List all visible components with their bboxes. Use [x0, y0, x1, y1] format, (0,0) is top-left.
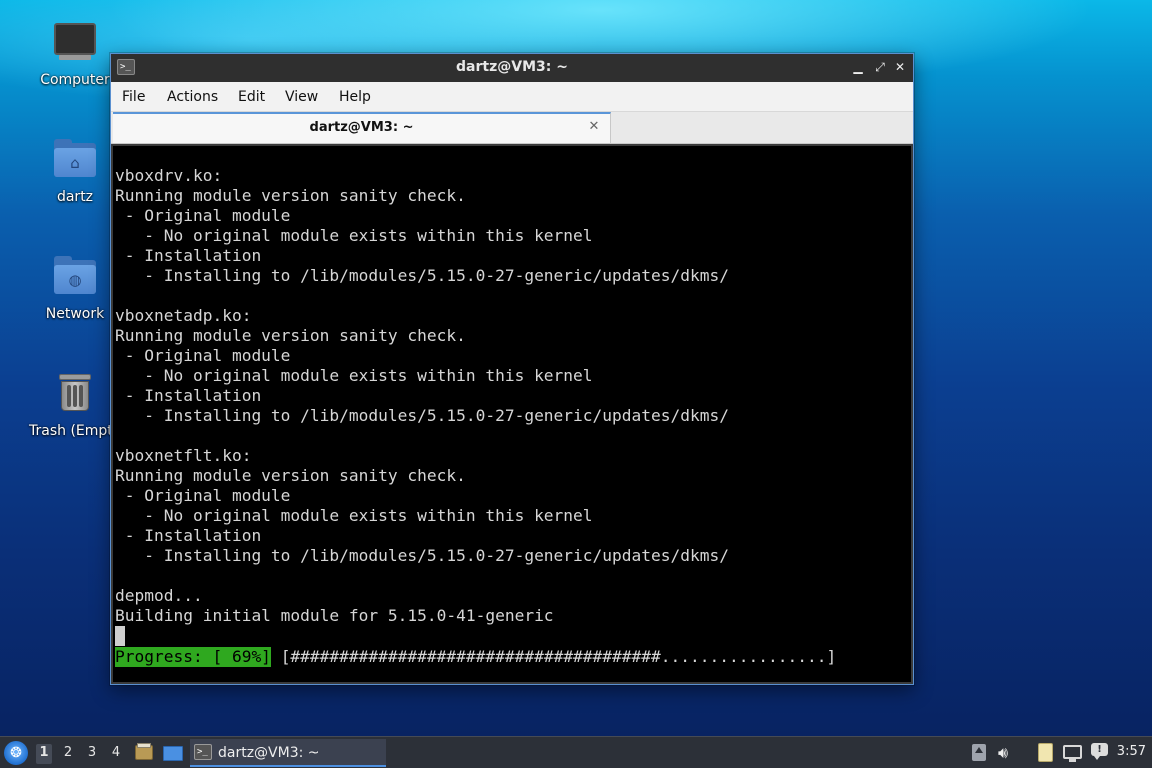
progress-label: Progress: [ 69%]	[115, 647, 271, 667]
terminal-line: - Installation	[115, 246, 262, 265]
workspace-2[interactable]: 2	[60, 744, 76, 764]
task-label: dartz@VM3: ~	[218, 745, 320, 761]
terminal-cursor	[115, 626, 125, 646]
terminal-line: depmod...	[115, 586, 203, 605]
volume-icon[interactable]: 🔊︎	[998, 743, 1020, 763]
terminal-line: - Original module	[115, 346, 291, 365]
menu-edit[interactable]: Edit	[238, 89, 265, 105]
terminal-line: vboxnetflt.ko:	[115, 446, 252, 465]
terminal-icon: >_	[194, 744, 212, 760]
desktop-icon-label: dartz	[56, 189, 94, 205]
tab-terminal[interactable]: dartz@VM3: ~ ✕	[113, 112, 611, 143]
tab-close-icon[interactable]: ✕	[586, 119, 602, 135]
home-folder-icon: ⌂	[51, 137, 99, 185]
window-title: dartz@VM3: ~	[456, 59, 568, 75]
minimize-button[interactable]: ▁	[849, 58, 867, 76]
workspace-3[interactable]: 3	[84, 744, 100, 764]
desktop-icon-label: Trash (Empty)	[29, 423, 123, 439]
desktop-icon-computer[interactable]: Computer	[27, 20, 123, 88]
terminal-window: >_ dartz@VM3: ~ ▁ ⤢ ✕ File Actions Edit …	[110, 53, 914, 685]
notification-icon[interactable]: !	[1090, 743, 1110, 763]
network-icon[interactable]	[1062, 743, 1084, 763]
terminal-output[interactable]: vboxdrv.ko: Running module version sanity…	[113, 146, 911, 682]
terminal-line: - No original module exists within this …	[115, 506, 593, 525]
terminal-line: Building initial module for 5.15.0-41-ge…	[115, 606, 554, 625]
progress-row: Progress: [ 69%] [######################…	[115, 647, 836, 667]
tab-bar: dartz@VM3: ~ ✕	[111, 112, 913, 144]
close-button[interactable]: ✕	[891, 58, 909, 76]
menu-view[interactable]: View	[285, 89, 318, 105]
terminal-line: Running module version sanity check.	[115, 186, 466, 205]
desktop-icon-trash[interactable]: Trash (Empty)	[27, 371, 123, 439]
update-icon[interactable]	[970, 743, 988, 763]
window-titlebar[interactable]: >_ dartz@VM3: ~ ▁ ⤢ ✕	[111, 54, 913, 82]
terminal-line: vboxnetadp.ko:	[115, 306, 252, 325]
terminal-line: - Installation	[115, 386, 262, 405]
start-menu-icon[interactable]: ❂	[4, 741, 28, 765]
desktop-icon-label: Computer	[40, 72, 110, 88]
terminal-line: Running module version sanity check.	[115, 326, 466, 345]
progress-bar: [######################################.…	[280, 647, 837, 666]
taskbar: ❂ 1 2 3 4 >_ dartz@VM3: ~ 🔊︎ ! 3:57	[0, 736, 1152, 768]
terminal-lines: vboxdrv.ko: Running module version sanity…	[115, 166, 729, 626]
terminal-line: - Installing to /lib/modules/5.15.0-27-g…	[115, 546, 729, 565]
terminal-line: - Original module	[115, 486, 291, 505]
menu-help[interactable]: Help	[339, 89, 371, 105]
terminal-line: - Original module	[115, 206, 291, 225]
desktop-icon-network[interactable]: ◍ Network	[27, 254, 123, 322]
terminal-line: - No original module exists within this …	[115, 366, 593, 385]
taskbar-task-terminal[interactable]: >_ dartz@VM3: ~	[190, 739, 386, 767]
workspace-4[interactable]: 4	[108, 744, 124, 764]
terminal-line: Running module version sanity check.	[115, 466, 466, 485]
terminal-line: - Installation	[115, 526, 262, 545]
maximize-button[interactable]: ⤢	[871, 58, 889, 76]
terminal-line: - Installing to /lib/modules/5.15.0-27-g…	[115, 266, 729, 285]
desktop-icon-label: Network	[45, 306, 105, 322]
computer-icon	[51, 20, 99, 68]
desktop-icon-home[interactable]: ⌂ dartz	[27, 137, 123, 205]
terminal-line: - Installing to /lib/modules/5.15.0-27-g…	[115, 406, 729, 425]
clock[interactable]: 3:57	[1117, 744, 1146, 759]
show-desktop-icon[interactable]	[162, 743, 183, 763]
terminal-line: - No original module exists within this …	[115, 226, 593, 245]
menu-file[interactable]: File	[122, 89, 145, 105]
workspace-1[interactable]: 1	[36, 744, 52, 764]
trash-icon	[51, 371, 99, 419]
tab-label: dartz@VM3: ~	[309, 120, 414, 135]
menubar: File Actions Edit View Help	[111, 82, 913, 112]
terminal-line: vboxdrv.ko:	[115, 166, 223, 185]
network-folder-icon: ◍	[51, 254, 99, 302]
file-manager-icon[interactable]	[134, 743, 154, 763]
menu-actions[interactable]: Actions	[167, 89, 218, 105]
clipboard-icon[interactable]	[1036, 743, 1056, 763]
